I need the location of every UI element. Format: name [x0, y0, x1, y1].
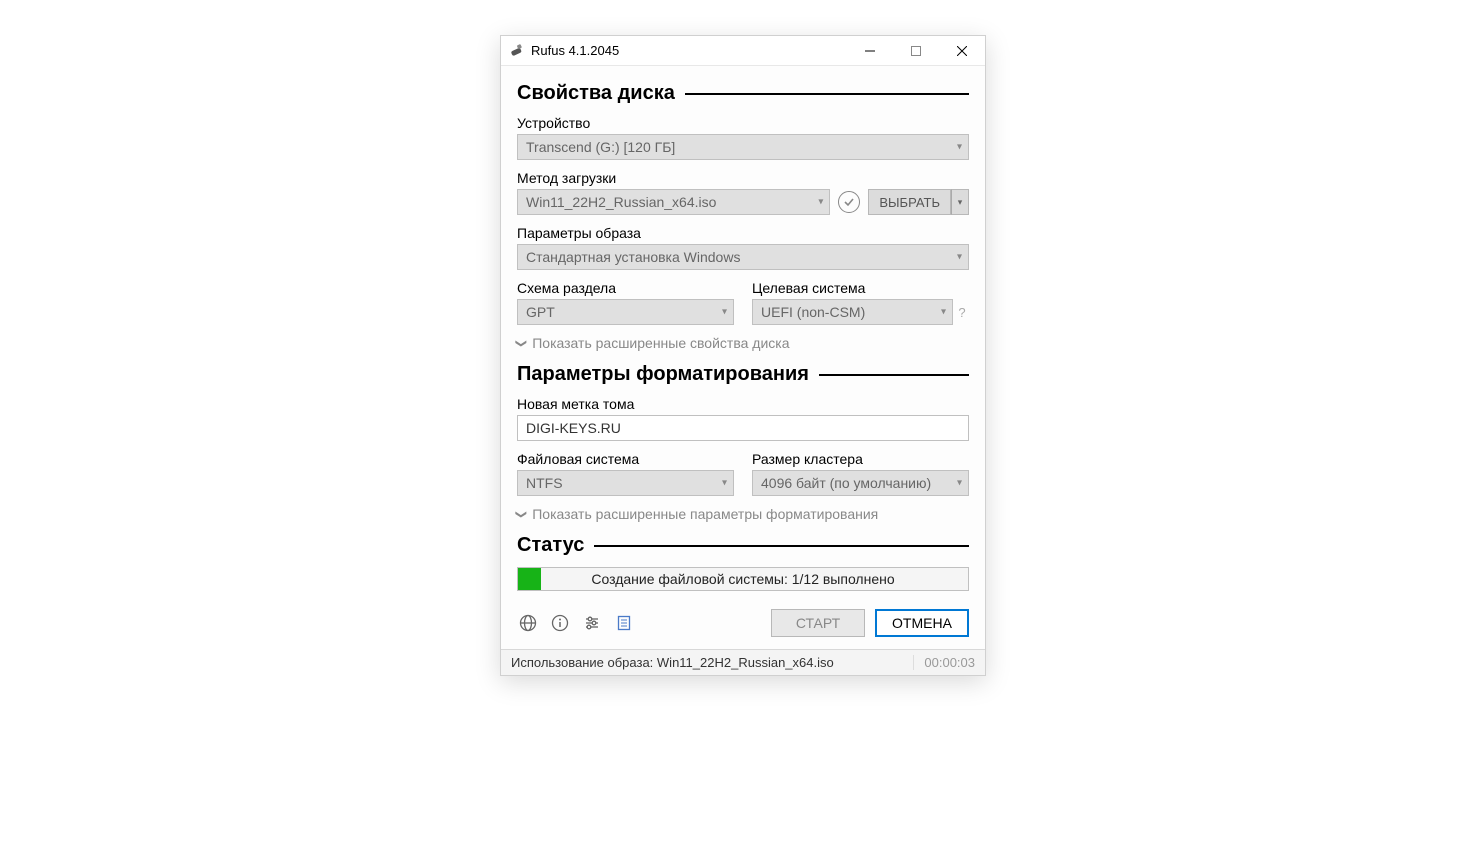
divider: [594, 545, 969, 547]
section-drive-properties: Свойства диска: [517, 82, 969, 105]
divider: [819, 374, 969, 376]
settings-icon[interactable]: [581, 612, 603, 634]
chevron-down-icon: ▾: [941, 307, 946, 318]
about-icon[interactable]: [549, 612, 571, 634]
select-dropdown-button[interactable]: ▾: [951, 189, 969, 215]
statusbar-timer: 00:00:03: [913, 655, 975, 670]
boot-value: Win11_22H2_Russian_x64.iso: [526, 194, 716, 210]
section-title: Свойства диска: [517, 82, 675, 105]
target-dropdown[interactable]: UEFI (non-CSM) ▾: [752, 299, 953, 325]
chevron-down-icon: ▾: [957, 252, 962, 263]
target-value: UEFI (non-CSM): [761, 304, 865, 320]
language-icon[interactable]: [517, 612, 539, 634]
image-option-value: Стандартная установка Windows: [526, 249, 740, 265]
image-option-dropdown[interactable]: Стандартная установка Windows ▾: [517, 244, 969, 270]
section-title: Параметры форматирования: [517, 363, 809, 386]
advanced-format-toggle[interactable]: ❯ Показать расширенные параметры формати…: [517, 506, 969, 522]
volume-value: DIGI-KEYS.RU: [526, 420, 621, 436]
progress-text: Создание файловой системы: 1/12 выполнен…: [518, 568, 968, 590]
minimize-button[interactable]: [847, 36, 893, 66]
boot-label: Метод загрузки: [517, 170, 969, 186]
target-label: Целевая система: [752, 280, 969, 296]
start-button[interactable]: СТАРТ: [771, 609, 865, 637]
section-format-options: Параметры форматирования: [517, 363, 969, 386]
chevron-down-icon: ❯: [515, 509, 528, 518]
advanced-drive-label: Показать расширенные свойства диска: [532, 335, 789, 351]
cluster-dropdown[interactable]: 4096 байт (по умолчанию) ▾: [752, 470, 969, 496]
statusbar: Использование образа: Win11_22H2_Russian…: [501, 649, 985, 675]
boot-dropdown[interactable]: Win11_22H2_Russian_x64.iso ▾: [517, 189, 830, 215]
section-title: Статус: [517, 534, 584, 557]
divider: [685, 93, 969, 95]
volume-input[interactable]: DIGI-KEYS.RU: [517, 415, 969, 441]
chevron-down-icon: ❯: [515, 338, 528, 347]
partition-value: GPT: [526, 304, 555, 320]
app-icon: [509, 43, 525, 59]
app-window: Rufus 4.1.2045 Свойства диска Устройство…: [500, 35, 986, 676]
log-icon[interactable]: [613, 612, 635, 634]
advanced-drive-toggle[interactable]: ❯ Показать расширенные свойства диска: [517, 335, 969, 351]
device-label: Устройство: [517, 115, 969, 131]
partition-label: Схема раздела: [517, 280, 734, 296]
target-help-icon[interactable]: ?: [955, 299, 969, 325]
maximize-button[interactable]: [893, 36, 939, 66]
partition-dropdown[interactable]: GPT ▾: [517, 299, 734, 325]
cancel-button[interactable]: ОТМЕНА: [875, 609, 969, 637]
titlebar: Rufus 4.1.2045: [501, 36, 985, 66]
image-option-label: Параметры образа: [517, 225, 969, 241]
section-status: Статус: [517, 534, 969, 557]
cluster-value: 4096 байт (по умолчанию): [761, 475, 931, 491]
cluster-label: Размер кластера: [752, 451, 969, 467]
chevron-down-icon: ▾: [957, 142, 962, 153]
advanced-format-label: Показать расширенные параметры форматиро…: [532, 506, 878, 522]
app-title: Rufus 4.1.2045: [531, 43, 847, 58]
progress-bar: Создание файловой системы: 1/12 выполнен…: [517, 567, 969, 591]
hash-check-button[interactable]: [838, 191, 860, 213]
close-button[interactable]: [939, 36, 985, 66]
chevron-down-icon: ▾: [957, 478, 962, 489]
device-dropdown[interactable]: Transcend (G:) [120 ГБ] ▾: [517, 134, 969, 160]
volume-label: Новая метка тома: [517, 396, 969, 412]
content: Свойства диска Устройство Transcend (G:)…: [501, 66, 985, 649]
chevron-down-icon: ▾: [722, 478, 727, 489]
statusbar-text: Использование образа: Win11_22H2_Russian…: [511, 655, 913, 670]
fs-label: Файловая система: [517, 451, 734, 467]
select-button[interactable]: ВЫБРАТЬ: [868, 189, 951, 215]
chevron-down-icon: ▾: [722, 307, 727, 318]
fs-dropdown[interactable]: NTFS ▾: [517, 470, 734, 496]
fs-value: NTFS: [526, 475, 563, 491]
device-value: Transcend (G:) [120 ГБ]: [526, 139, 675, 155]
chevron-down-icon: ▾: [818, 197, 823, 208]
